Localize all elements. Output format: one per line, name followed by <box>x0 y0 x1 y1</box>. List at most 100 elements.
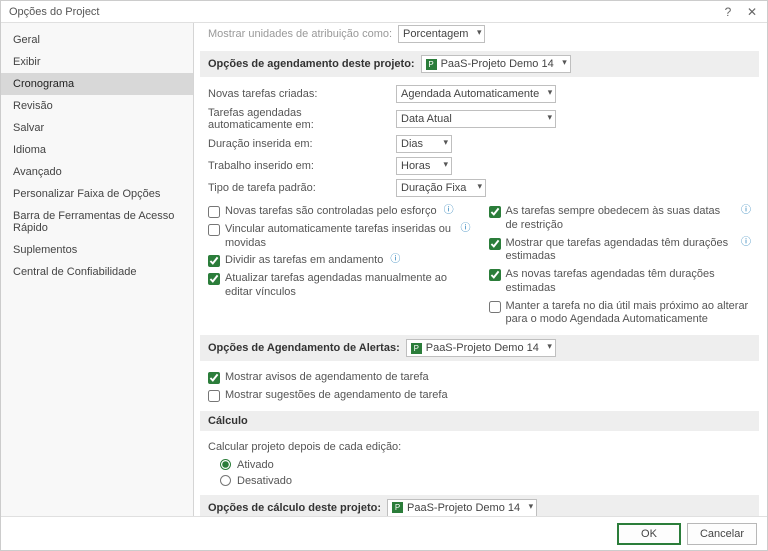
sched-checks: Novas tarefas são controladas pelo esfor… <box>198 199 761 331</box>
chk-restricao-box[interactable] <box>489 206 501 218</box>
info-icon[interactable]: ⓘ <box>444 205 454 218</box>
select-tipo-tarefa[interactable]: Duração Fixa <box>396 179 486 197</box>
sidebar-item-geral[interactable]: Geral <box>1 29 193 51</box>
radio-ativado[interactable]: Ativado <box>220 457 739 473</box>
sidebar-item-central-confiabilidade[interactable]: Central de Confiabilidade <box>1 261 193 283</box>
row-trabalho: Trabalho inserido em: Horas <box>198 155 761 177</box>
label-novas-tarefas: Novas tarefas criadas: <box>208 88 388 100</box>
units-select[interactable]: Porcentagem <box>398 25 485 43</box>
sidebar-item-idioma[interactable]: Idioma <box>1 139 193 161</box>
select-tarefas-auto-value: Data Atual <box>401 113 452 125</box>
info-icon[interactable]: ⓘ <box>741 205 751 218</box>
sched-project-value: PaaS-Projeto Demo 14 <box>441 58 554 70</box>
calc-section-header: Cálculo <box>200 411 759 431</box>
close-icon[interactable]: ✕ <box>745 5 759 19</box>
sched-project-select[interactable]: P PaaS-Projeto Demo 14 <box>421 55 571 73</box>
row-tarefas-auto: Tarefas agendadas automaticamente em: Da… <box>198 105 761 133</box>
chk-atualizar-vinc-label: Atualizar tarefas agendadas manualmente … <box>225 272 471 300</box>
alerts-header-text: Opções de Agendamento de Alertas: <box>208 342 400 354</box>
chk-vincular-box[interactable] <box>208 224 220 236</box>
chk-mostrar-sugestoes-label: Mostrar sugestões de agendamento de tare… <box>225 389 448 403</box>
sched-header-text: Opções de agendamento deste projeto: <box>208 58 415 70</box>
label-trabalho: Trabalho inserido em: <box>208 160 388 172</box>
chk-novas-duracao-box[interactable] <box>489 269 501 281</box>
select-novas-tarefas[interactable]: Agendada Automaticamente <box>396 85 556 103</box>
chk-mostrar-avisos-label: Mostrar avisos de agendamento de tarefa <box>225 371 429 385</box>
radio-desativado-input[interactable] <box>220 475 231 486</box>
titlebar: Opções do Project ? ✕ <box>1 1 767 23</box>
info-icon[interactable]: ⓘ <box>461 223 471 236</box>
select-trabalho[interactable]: Horas <box>396 157 452 175</box>
chk-mostrar-duracao-box[interactable] <box>489 238 501 250</box>
row-duracao: Duração inserida em: Dias <box>198 133 761 155</box>
sidebar-item-barra-acesso-rapido[interactable]: Barra de Ferramentas de Acesso Rápido <box>1 205 193 239</box>
chk-esforco-box[interactable] <box>208 206 220 218</box>
chk-vincular[interactable]: Vincular automaticamente tarefas inserid… <box>208 221 471 253</box>
sched-checks-left: Novas tarefas são controladas pelo esfor… <box>208 203 471 329</box>
content-panel: Mostrar unidades de atribuição como: Por… <box>194 23 767 517</box>
units-select-value: Porcentagem <box>403 28 468 40</box>
chk-esforco[interactable]: Novas tarefas são controladas pelo esfor… <box>208 203 471 221</box>
sidebar-item-salvar[interactable]: Salvar <box>1 117 193 139</box>
label-duracao: Duração inserida em: <box>208 138 388 150</box>
chk-dividir-box[interactable] <box>208 255 220 267</box>
sched-checks-right: As tarefas sempre obedecem às suas datas… <box>489 203 752 329</box>
ok-button[interactable]: OK <box>617 523 681 545</box>
sched-section-header: Opções de agendamento deste projeto: P P… <box>200 51 759 77</box>
alerts-project-select[interactable]: P PaaS-Projeto Demo 14 <box>406 339 556 357</box>
calc-header-text: Cálculo <box>208 415 248 427</box>
chk-mostrar-avisos-box[interactable] <box>208 372 220 384</box>
sidebar-item-personalizar-faixa[interactable]: Personalizar Faixa de Opções <box>1 183 193 205</box>
select-duracao-value: Dias <box>401 138 423 150</box>
chk-mostrar-avisos[interactable]: Mostrar avisos de agendamento de tarefa <box>208 369 751 387</box>
sidebar-item-exibir[interactable]: Exibir <box>1 51 193 73</box>
footer: OK Cancelar <box>1 516 767 550</box>
chk-novas-duracao[interactable]: As novas tarefas agendadas têm durações … <box>489 266 752 298</box>
sidebar-item-suplementos[interactable]: Suplementos <box>1 239 193 261</box>
radio-ativado-label: Ativado <box>237 459 274 471</box>
sidebar-item-cronograma[interactable]: Cronograma <box>1 73 193 95</box>
cancel-button[interactable]: Cancelar <box>687 523 757 545</box>
radio-desativado-label: Desativado <box>237 475 292 487</box>
project-icon: P <box>411 343 422 354</box>
help-icon[interactable]: ? <box>721 5 735 19</box>
chk-atualizar-vinc-box[interactable] <box>208 273 220 285</box>
calc-proj-select[interactable]: P PaaS-Projeto Demo 14 <box>387 499 537 517</box>
radio-ativado-input[interactable] <box>220 459 231 470</box>
info-icon[interactable]: ⓘ <box>741 237 751 250</box>
chk-manter-dia-util-label: Manter a tarefa no dia útil mais próximo… <box>506 300 752 328</box>
chk-mostrar-duracao-label: Mostrar que tarefas agendadas têm duraçõ… <box>506 237 735 265</box>
chk-mostrar-duracao[interactable]: Mostrar que tarefas agendadas têm duraçõ… <box>489 235 752 267</box>
sidebar-item-avancado[interactable]: Avançado <box>1 161 193 183</box>
partial-row-top: Mostrar unidades de atribuição como: Por… <box>198 23 761 47</box>
select-tipo-tarefa-value: Duração Fixa <box>401 182 466 194</box>
chk-manter-dia-util[interactable]: Manter a tarefa no dia útil mais próximo… <box>489 298 752 330</box>
window-title: Opções do Project <box>9 6 100 18</box>
chk-novas-duracao-label: As novas tarefas agendadas têm durações … <box>506 268 752 296</box>
chk-restricao[interactable]: As tarefas sempre obedecem às suas datas… <box>489 203 752 235</box>
scroll-area[interactable]: Mostrar unidades de atribuição como: Por… <box>194 23 767 517</box>
chk-restricao-label: As tarefas sempre obedecem às suas datas… <box>506 205 735 233</box>
sidebar: Geral Exibir Cronograma Revisão Salvar I… <box>1 23 194 517</box>
row-tipo-tarefa: Tipo de tarefa padrão: Duração Fixa <box>198 177 761 199</box>
chk-atualizar-vinc[interactable]: Atualizar tarefas agendadas manualmente … <box>208 270 471 302</box>
select-trabalho-value: Horas <box>401 160 430 172</box>
window-controls: ? ✕ <box>721 5 759 19</box>
calc-radios: Ativado Desativado <box>198 455 761 491</box>
select-duracao[interactable]: Dias <box>396 135 452 153</box>
chk-mostrar-sugestoes-box[interactable] <box>208 390 220 402</box>
select-tarefas-auto[interactable]: Data Atual <box>396 110 556 128</box>
chk-dividir[interactable]: Dividir as tarefas em andamentoⓘ <box>208 252 471 270</box>
sidebar-item-revisao[interactable]: Revisão <box>1 95 193 117</box>
radio-desativado[interactable]: Desativado <box>220 473 739 489</box>
chk-mostrar-sugestoes[interactable]: Mostrar sugestões de agendamento de tare… <box>208 387 751 405</box>
main-layout: Geral Exibir Cronograma Revisão Salvar I… <box>1 23 767 517</box>
info-icon[interactable]: ⓘ <box>390 254 400 267</box>
project-icon: P <box>426 59 437 70</box>
alerts-section-header: Opções de Agendamento de Alertas: P PaaS… <box>200 335 759 361</box>
alerts-project-value: PaaS-Projeto Demo 14 <box>426 342 539 354</box>
chk-manter-dia-util-box[interactable] <box>489 301 501 313</box>
calc-proj-header-text: Opções de cálculo deste projeto: <box>208 502 381 514</box>
label-tipo-tarefa: Tipo de tarefa padrão: <box>208 182 388 194</box>
partial-label: Mostrar unidades de atribuição como: <box>208 28 392 40</box>
